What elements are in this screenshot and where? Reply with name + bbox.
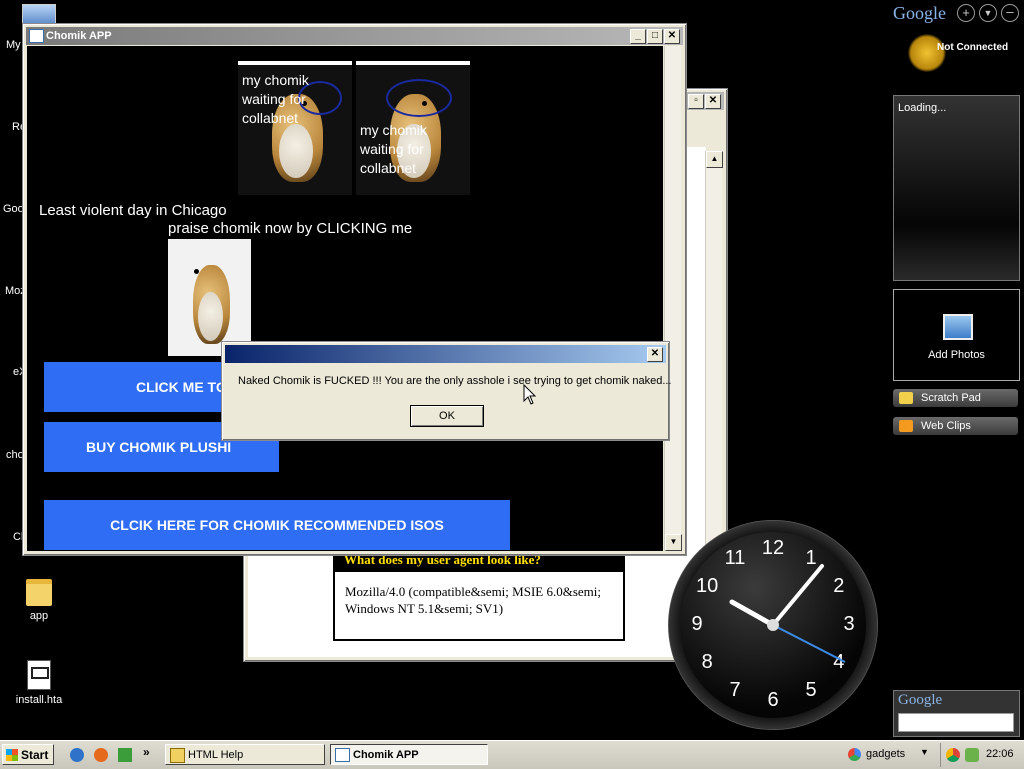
taskbar-clock[interactable]: 22:06: [986, 748, 1014, 760]
taskbar-html-help[interactable]: HTML Help: [165, 744, 325, 765]
gadgets-label[interactable]: gadgets: [866, 748, 905, 760]
window-title: Chomik APP: [46, 30, 112, 42]
alert-dialog[interactable]: ✕ Naked Chomik is FUCKED !!! You are the…: [221, 341, 672, 441]
task-label: Chomik APP: [353, 749, 419, 761]
web-clips-button[interactable]: Web Clips: [893, 417, 1018, 435]
search-google-logo: Google: [898, 692, 943, 708]
quick-launch-firefox-icon[interactable]: [94, 748, 108, 762]
mouse-cursor-icon: [523, 384, 537, 405]
hamster-caption-1: my chomik waiting for collabnet: [242, 72, 309, 126]
start-button[interactable]: Start: [2, 744, 54, 765]
taskbar: Start » HTML Help Chomik APP gadgets ▼ 2…: [0, 740, 1024, 769]
desktop-icon-label: app: [29, 610, 49, 622]
hamster-image-clickable[interactable]: [168, 239, 251, 356]
task-label: HTML Help: [188, 749, 244, 761]
connection-status: Not Connected: [937, 42, 1009, 53]
scratch-pad-label: Scratch Pad: [921, 392, 981, 404]
loading-text: Loading...: [898, 102, 947, 114]
menu-chevron-icon[interactable]: ▼: [979, 4, 997, 22]
close-icon[interactable]: ✕: [664, 29, 680, 44]
chomik-app-window[interactable]: Chomik APP _ □ ✕ my chomik waiting for c…: [22, 23, 687, 556]
hamster-caption-2: my chomik waiting for collabnet: [360, 122, 427, 176]
second-hand: [772, 624, 846, 663]
chomik-app-titlebar[interactable]: Chomik APP _ □ ✕: [26, 27, 683, 45]
gadgets-dropdown-icon[interactable]: ▼: [920, 747, 929, 757]
chomik-scrollbar[interactable]: ▼: [664, 46, 682, 551]
close-icon[interactable]: ✕: [705, 94, 721, 109]
desktop-label-goo[interactable]: Goo: [3, 203, 24, 215]
desktop-icon-label: install.hta: [15, 694, 63, 706]
dialog-titlebar[interactable]: ✕: [225, 345, 666, 363]
hamster-image-2: my chomik waiting for collabnet: [356, 61, 470, 195]
quick-launch-ie-icon[interactable]: [70, 748, 84, 762]
recommended-isos-button[interactable]: CLCIK HERE FOR CHOMIK RECOMMENDED ISOS: [44, 500, 510, 550]
start-label: Start: [21, 748, 49, 762]
quick-launch-more-icon[interactable]: »: [143, 745, 150, 759]
clock-hands: [729, 564, 846, 663]
minimize-sidebar-icon[interactable]: –: [1001, 4, 1019, 22]
chrome-tray-icon[interactable]: [946, 748, 960, 762]
help-icon: [170, 748, 185, 763]
google-search-input[interactable]: [898, 713, 1014, 732]
hamster-image-1: my chomik waiting for collabnet: [238, 61, 352, 195]
praise-chomik-text[interactable]: praise chomik now by CLICKING me: [168, 220, 412, 237]
minimize-icon[interactable]: _: [630, 29, 646, 44]
window-icon: [29, 29, 44, 43]
rss-icon: [899, 420, 913, 432]
ok-button[interactable]: OK: [410, 405, 484, 427]
add-photos-label[interactable]: Add Photos: [894, 349, 1019, 361]
hta-file-icon: [27, 660, 51, 690]
window-icon: [335, 748, 350, 762]
quick-launch-show-desktop-icon[interactable]: [118, 748, 132, 762]
google-search-gadget[interactable]: Google: [893, 690, 1020, 737]
user-agent-box: What does my user agent look like? Mozil…: [333, 547, 625, 641]
gadgets-icon: [848, 748, 861, 761]
maximize-icon[interactable]: □: [647, 29, 663, 44]
folder-icon: [26, 579, 52, 606]
scroll-up-arrow-icon[interactable]: ▲: [706, 151, 723, 168]
sun-status-icon: [908, 34, 946, 72]
photo-icon: [943, 314, 973, 340]
web-clips-label: Web Clips: [921, 420, 971, 432]
notepad-icon: [899, 392, 913, 404]
user-agent-value: Mozilla/4.0 (compatible&semi; MSIE 6.0&s…: [345, 584, 601, 616]
restore-icon[interactable]: ▫: [688, 94, 704, 109]
google-logo: Google: [893, 3, 946, 23]
scratch-pad-button[interactable]: Scratch Pad: [893, 389, 1018, 407]
desktop-label-my[interactable]: My: [6, 39, 21, 51]
chicago-text: Least violent day in Chicago: [39, 202, 227, 219]
minute-hand: [771, 564, 824, 627]
photos-gadget-panel[interactable]: Add Photos: [893, 289, 1020, 381]
network-tray-icon[interactable]: [965, 748, 979, 762]
taskbar-chomik-app[interactable]: Chomik APP: [330, 744, 488, 765]
desktop-icon-install-hta[interactable]: install.hta: [4, 660, 74, 706]
windows-logo-icon: [6, 749, 18, 761]
desktop-icon-app[interactable]: app: [4, 579, 74, 622]
clock-gadget[interactable]: 12 1 2 3 4 5 6 7 8 9 10 11: [668, 520, 878, 730]
add-gadget-icon[interactable]: +: [957, 4, 975, 22]
clock-face: 12 1 2 3 4 5 6 7 8 9 10 11: [680, 532, 866, 718]
news-gadget-panel[interactable]: Loading...: [893, 95, 1020, 281]
hour-hand: [729, 599, 776, 628]
close-icon[interactable]: ✕: [647, 347, 663, 362]
chomik-content: my chomik waiting for collabnet my chomi…: [27, 46, 663, 551]
dialog-message: Naked Chomik is FUCKED !!! You are the o…: [238, 375, 672, 387]
